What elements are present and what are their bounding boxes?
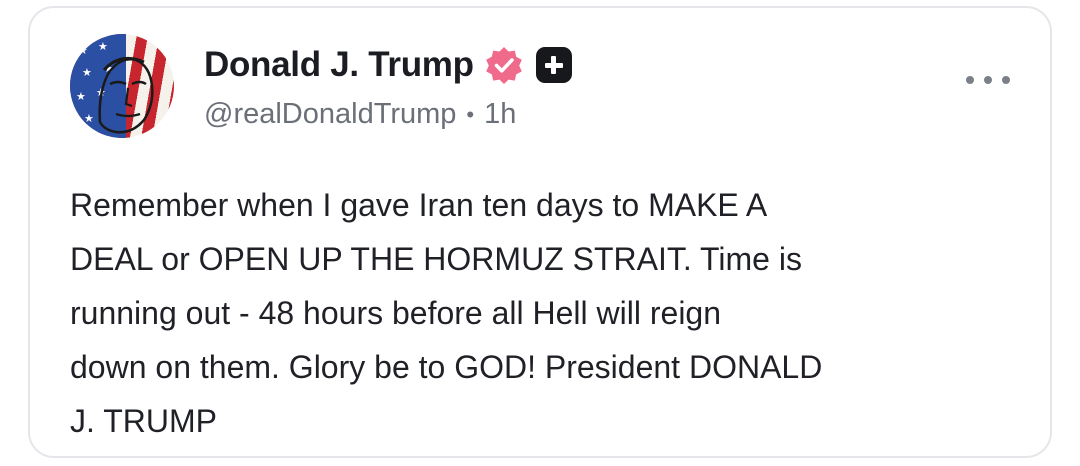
avatar[interactable]: ★ ★ ★ ★ ★ ★ ★ [70, 34, 174, 138]
post-body-line: J. TRUMP [70, 403, 217, 439]
more-options-icon[interactable] [966, 70, 1010, 90]
plus-badge-icon [535, 47, 572, 83]
separator-dot: • [466, 101, 475, 127]
post-body-line: running out - 48 hours before all Hell w… [70, 295, 722, 331]
post-card: ★ ★ ★ ★ ★ ★ ★ Donald J. Trump @realDonal… [28, 6, 1052, 458]
author-handle[interactable]: @realDonaldTrump [204, 98, 456, 131]
author-row: Donald J. Trump [204, 42, 572, 88]
author-name[interactable]: Donald J. Trump [204, 45, 474, 85]
verified-badge-icon [485, 47, 522, 84]
post-body-line: down on them. Glory be to GOD! President… [70, 349, 823, 385]
post-body-line: Remember when I gave Iran ten days to MA… [70, 187, 768, 223]
post-body: Remember when I gave Iran ten days to MA… [70, 178, 1030, 448]
handle-row: @realDonaldTrump • 1h [204, 98, 516, 131]
post-timestamp[interactable]: 1h [484, 98, 516, 131]
post-body-line: DEAL or OPEN UP THE HORMUZ STRAIT. Time … [70, 241, 802, 277]
avatar-portrait-icon [98, 56, 154, 134]
